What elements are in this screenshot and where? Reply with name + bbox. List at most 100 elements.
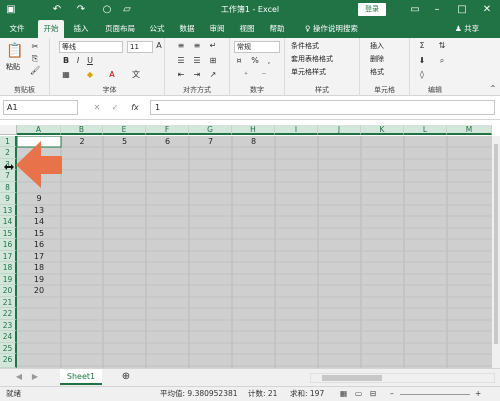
row-header-18[interactable]: 18	[0, 262, 17, 274]
worksheet-grid[interactable]: A B E F G H I J K L M 1 2 3 7 8 9 13 14 …	[0, 120, 500, 368]
autosum-icon[interactable]: Σ	[416, 41, 428, 51]
selected-range[interactable]	[17, 136, 492, 368]
row-header-22[interactable]: 22	[0, 308, 17, 320]
row-header-15[interactable]: 15	[0, 228, 17, 239]
close-icon[interactable]: ✕	[480, 3, 494, 17]
insert-cells-button[interactable]: 插入	[370, 41, 384, 51]
delete-cells-button[interactable]: 删除	[370, 54, 384, 64]
minimize-icon[interactable]: –	[430, 3, 444, 17]
decrease-decimal-icon[interactable]: ⁻	[258, 70, 270, 80]
enter-icon[interactable]: ✓	[110, 103, 120, 113]
align-center-icon[interactable]: ☰	[191, 56, 203, 66]
cell-a18[interactable]: 18	[17, 262, 61, 274]
cell-h1[interactable]: 8	[232, 136, 275, 147]
maximize-icon[interactable]: □	[455, 3, 469, 17]
shape-icon[interactable]: ▱	[120, 3, 134, 17]
underline-icon[interactable]: U	[85, 56, 95, 66]
column-header-i[interactable]: I	[275, 125, 318, 135]
tab-formulas[interactable]: 公式	[146, 20, 168, 38]
row-header-23[interactable]: 23	[0, 320, 17, 331]
cell-a15[interactable]: 15	[17, 228, 61, 239]
zoom-slider[interactable]	[400, 394, 470, 395]
page-break-icon[interactable]: ⊟	[370, 387, 376, 401]
merge-icon[interactable]: ⊞	[207, 56, 219, 66]
align-middle-icon[interactable]: ≡	[191, 41, 203, 51]
format-painter-icon[interactable]: 🖌	[30, 66, 40, 76]
tab-file[interactable]: 文件	[6, 20, 28, 38]
row-header-13[interactable]: 13	[0, 205, 17, 216]
column-header-a[interactable]: A	[17, 125, 61, 135]
comma-icon[interactable]: ,	[264, 56, 274, 66]
name-box[interactable]: A1	[3, 100, 78, 115]
undo-icon[interactable]: ↶	[50, 3, 64, 17]
clear-icon[interactable]: ◊	[416, 70, 428, 80]
cell-a14[interactable]: 14	[17, 216, 61, 228]
copy-icon[interactable]: ⎘	[30, 54, 40, 64]
select-all-corner[interactable]	[0, 125, 17, 135]
increase-font-icon[interactable]: A	[155, 41, 163, 51]
column-header-m[interactable]: M	[447, 125, 492, 135]
column-header-b[interactable]: B	[61, 125, 103, 135]
login-button[interactable]: 登录	[358, 3, 386, 16]
cell-a19[interactable]: 19	[17, 274, 61, 285]
cell-a9[interactable]: 9	[17, 193, 61, 205]
vertical-scrollbar[interactable]	[492, 136, 500, 368]
horizontal-scrollbar[interactable]	[310, 373, 495, 383]
format-cells-button[interactable]: 格式	[370, 67, 384, 77]
paste-label[interactable]: 粘贴	[6, 62, 20, 72]
format-as-table-button[interactable]: 套用表格格式	[291, 54, 333, 64]
circle-icon[interactable]: ○	[100, 3, 114, 17]
cell-f1[interactable]: 6	[146, 136, 189, 147]
tab-help[interactable]: 帮助	[266, 20, 288, 38]
tab-data[interactable]: 数据	[176, 20, 198, 38]
number-format-select[interactable]: 常规	[234, 41, 280, 53]
next-sheet-icon[interactable]: ▶	[30, 372, 40, 382]
zoom-in-icon[interactable]: +	[475, 387, 481, 401]
row-header-25[interactable]: 25	[0, 343, 17, 354]
row-header-20[interactable]: 20	[0, 285, 17, 297]
column-header-e[interactable]: E	[103, 125, 146, 135]
conditional-formatting-button[interactable]: 条件格式	[291, 41, 319, 51]
orientation-icon[interactable]: ↗	[207, 70, 219, 80]
insert-function-icon[interactable]: fx	[128, 103, 142, 113]
cancel-icon[interactable]: ✕	[92, 103, 102, 113]
column-header-g[interactable]: G	[189, 125, 232, 135]
fill-icon[interactable]: ⬇	[416, 56, 428, 66]
cell-e1[interactable]: 5	[103, 136, 146, 147]
save-icon[interactable]: ▣	[4, 3, 18, 17]
formula-input[interactable]: 1	[150, 100, 495, 115]
percent-icon[interactable]: %	[250, 56, 260, 66]
cell-styles-button[interactable]: 单元格样式	[291, 67, 326, 77]
font-color-icon[interactable]: A	[107, 70, 117, 80]
tab-home[interactable]: 开始	[38, 20, 64, 38]
paste-icon[interactable]: 📋	[6, 42, 23, 60]
increase-decimal-icon[interactable]: ⁺	[240, 70, 252, 80]
align-left-icon[interactable]: ☰	[175, 56, 187, 66]
column-header-k[interactable]: K	[361, 125, 404, 135]
fill-color-icon[interactable]: ◆	[85, 70, 95, 80]
zoom-out-icon[interactable]: –	[390, 387, 394, 401]
prev-sheet-icon[interactable]: ◀	[14, 372, 24, 382]
cell-g1[interactable]: 7	[189, 136, 232, 147]
tab-view[interactable]: 视图	[236, 20, 258, 38]
collapse-ribbon-icon[interactable]: ⌃	[488, 84, 498, 94]
tell-me-search[interactable]: ♀ 操作说明搜索	[305, 20, 358, 38]
sort-filter-icon[interactable]: ⇅	[436, 41, 448, 51]
italic-icon[interactable]: I	[73, 56, 83, 66]
wrap-text-icon[interactable]: ↵	[207, 41, 219, 51]
find-select-icon[interactable]: ⌕	[436, 56, 448, 66]
row-header-26[interactable]: 26	[0, 354, 17, 368]
phonetic-icon[interactable]: 文	[131, 70, 141, 80]
column-header-j[interactable]: J	[318, 125, 361, 135]
font-name-select[interactable]: 等线	[59, 41, 123, 53]
column-header-h[interactable]: H	[232, 125, 275, 135]
cell-a20[interactable]: 20	[17, 285, 61, 297]
row-header-19[interactable]: 19	[0, 274, 17, 285]
page-layout-icon[interactable]: ▭	[355, 387, 362, 401]
row-header-17[interactable]: 17	[0, 251, 17, 262]
row-header-9[interactable]: 9	[0, 193, 17, 205]
borders-icon[interactable]: ▦	[61, 70, 71, 80]
row-header-16[interactable]: 16	[0, 239, 17, 251]
bold-icon[interactable]: B	[61, 56, 71, 66]
normal-view-icon[interactable]: ▦	[340, 387, 347, 401]
